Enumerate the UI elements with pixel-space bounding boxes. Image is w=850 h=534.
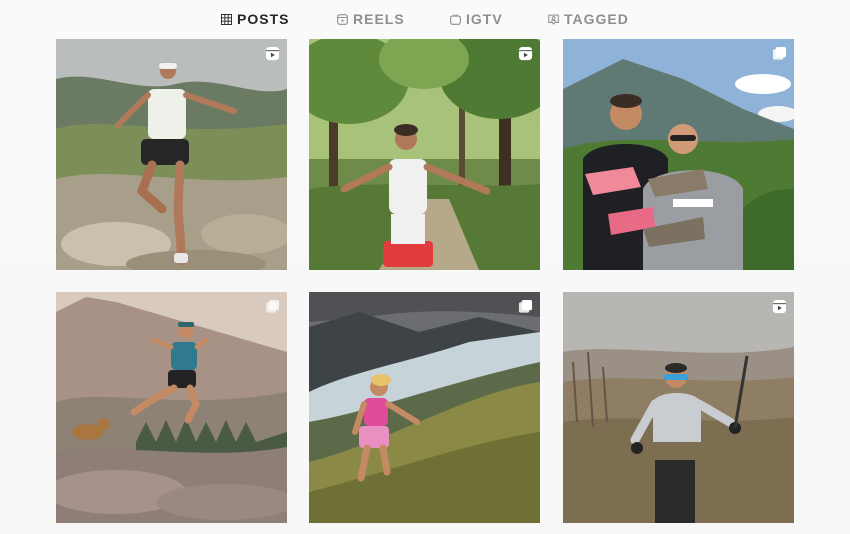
post-tile[interactable] — [563, 39, 794, 270]
tab-reels[interactable]: REELS — [337, 9, 405, 29]
post-photo-lake-hill-runner — [309, 292, 540, 523]
reels-icon — [265, 46, 280, 61]
post-photo-foggy-hillside — [563, 292, 794, 523]
post-tile[interactable] — [56, 292, 287, 523]
igtv-icon — [450, 13, 461, 25]
post-photo-forest-runner — [309, 39, 540, 270]
reels-icon — [772, 299, 787, 314]
post-photo-shoe-portrait — [563, 39, 794, 270]
carousel-icon — [265, 299, 280, 313]
tab-posts[interactable]: POSTS — [221, 9, 289, 29]
reels-icon — [518, 46, 533, 61]
post-tile[interactable] — [563, 292, 794, 523]
carousel-icon — [518, 299, 533, 313]
tab-tagged-label: TAGGED — [564, 11, 629, 27]
profile-page: POSTS REELS IGTV TAGGED — [0, 0, 850, 534]
profile-tabs: POSTS REELS IGTV TAGGED — [0, 0, 850, 36]
post-tile[interactable] — [309, 39, 540, 270]
post-photo-mountain-runner — [56, 39, 287, 270]
tab-igtv-label: IGTV — [466, 11, 503, 27]
tab-reels-label: REELS — [353, 11, 405, 27]
carousel-icon — [772, 46, 787, 60]
tab-igtv[interactable]: IGTV — [450, 9, 503, 29]
grid-icon — [221, 13, 232, 25]
tagged-icon — [548, 14, 559, 25]
tab-tagged[interactable]: TAGGED — [548, 9, 629, 29]
post-photo-runner-with-dog — [56, 292, 287, 523]
reels-icon — [337, 13, 348, 25]
tab-posts-label: POSTS — [237, 11, 290, 27]
post-tile[interactable] — [309, 292, 540, 523]
post-tile[interactable] — [56, 39, 287, 270]
